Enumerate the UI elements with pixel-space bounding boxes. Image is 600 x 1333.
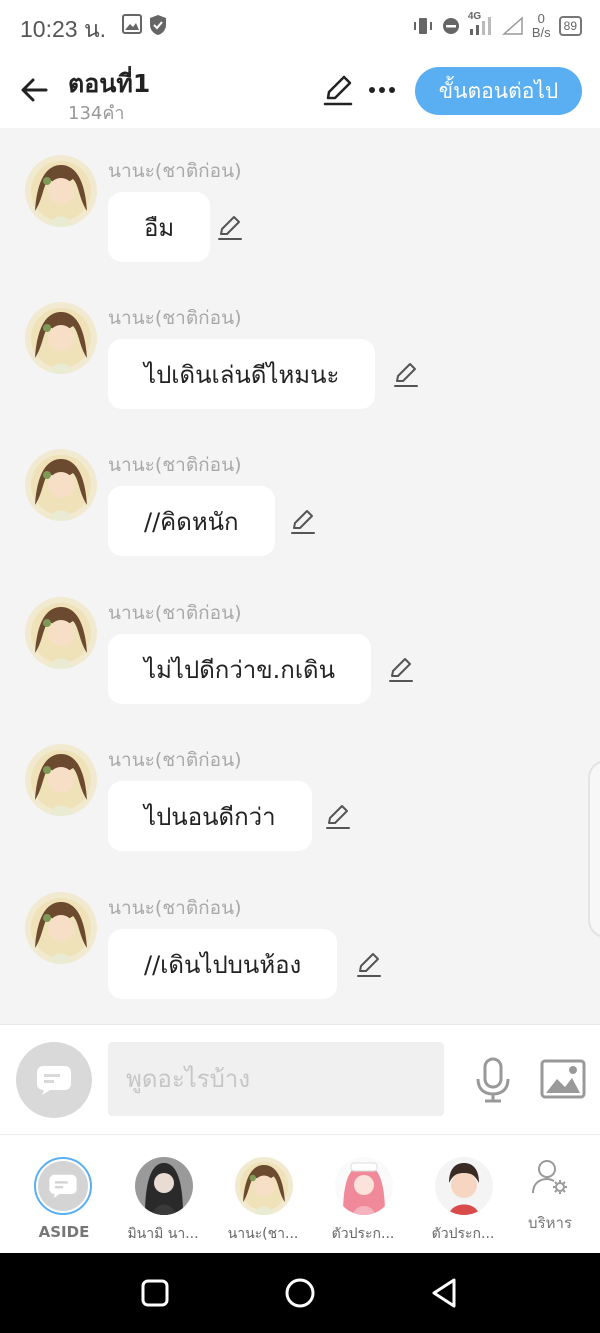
character-minami[interactable]: มินามิ นา... [113,1135,213,1254]
side-drawer-handle[interactable] [588,760,600,938]
status-bar: 10:23 น. 4G 0 B/s 89 [0,0,600,54]
message-item: นานะ(ชาติก่อน) //เดินไปบนห้อง [0,865,600,1005]
pencil-icon[interactable] [320,72,356,108]
chat-area[interactable]: นานะ(ชาติก่อน) อืม นานะ(ชาติก่อน) ไปเดิน… [0,128,600,1024]
avatar [335,1157,393,1215]
character-name: นานะ(ชา... [227,1226,299,1242]
signal-4g-icon: 4G [468,11,494,37]
microphone-icon[interactable] [472,1057,514,1103]
message-text: ไม่ไปดีกว่าข.กเดิน [144,655,336,684]
speaker-name: นานะ(ชาติก่อน) [108,160,242,182]
avatar [135,1157,193,1215]
pencil-icon[interactable] [288,506,318,536]
vibrate-icon [413,18,432,34]
avatar[interactable] [25,892,97,964]
composer-bar [0,1024,600,1134]
character-extra-2[interactable]: ตัวประก... [413,1135,513,1254]
word-count: 134คำ [68,103,125,124]
message-bubble[interactable]: //คิดหนัก [108,486,275,556]
character-nana[interactable]: นานะ(ชา... [213,1135,313,1254]
avatar[interactable] [25,302,97,374]
manage-characters-button[interactable]: บริหาร [500,1135,600,1254]
message-input[interactable] [108,1042,444,1116]
speaker-name: นานะ(ชาติก่อน) [108,602,242,624]
message-text: //คิดหนัก [144,507,239,536]
shield-icon [150,15,166,35]
message-item: นานะ(ชาติก่อน) ไม่ไปดีกว่าข.กเดิน [0,570,600,710]
message-text: ไปเดินเล่นดีไหมนะ [144,360,340,389]
net-speed-unit: B/s [531,25,551,40]
circle-nav-icon[interactable] [282,1275,318,1311]
message-bubble[interactable]: ไม่ไปดีกว่าข.กเดิน [108,634,372,704]
pencil-icon[interactable] [323,801,353,831]
avatar[interactable] [25,597,97,669]
net-speed: 0 B/s [532,12,551,40]
character-name: ตัวประก... [431,1226,495,1242]
character-name: มินามิ นา... [127,1226,199,1242]
square-nav-icon[interactable] [137,1275,173,1311]
message-item: นานะ(ชาติก่อน) อืม [0,128,600,268]
status-right: 4G 0 B/s 89 [412,11,582,40]
pencil-icon[interactable] [215,212,245,242]
avatar [435,1157,493,1215]
more-dots-icon[interactable] [364,72,400,108]
selected-ring [34,1157,92,1215]
system-nav-bar [0,1253,600,1333]
message-item: นานะ(ชาติก่อน) ไปเดินเล่นดีไหมนะ [0,275,600,415]
dnd-icon [442,18,459,34]
message-text: //เดินไปบนห้อง [144,950,302,979]
chat-type-button[interactable] [16,1042,92,1118]
message-bubble[interactable]: ไปเดินเล่นดีไหมนะ [108,339,376,409]
status-time: 10:23 น. [20,16,107,42]
chat-bubble-icon [49,1174,77,1198]
avatar[interactable] [25,744,97,816]
pencil-icon[interactable] [391,359,421,389]
character-bar: ASIDE มินามิ นา... นานะ(ชา... ตัวประก...… [0,1134,600,1253]
message-bubble[interactable]: อืม [108,192,211,262]
signal-empty-icon [501,16,523,35]
character-aside[interactable]: ASIDE [0,1135,100,1254]
speaker-name: นานะ(ชาติก่อน) [108,307,242,329]
character-name: ASIDE [38,1223,90,1241]
top-app-bar: ตอนที่1 134คำ ขั้นตอนต่อไป [0,54,600,128]
pencil-icon[interactable] [386,654,416,684]
back-arrow-icon[interactable] [18,72,54,108]
speaker-name: นานะ(ชาติก่อน) [108,749,242,771]
battery-icon: 89 [558,16,582,36]
avatar[interactable] [25,449,97,521]
pencil-icon[interactable] [354,949,384,979]
chat-bubble-icon [37,1066,71,1095]
net-speed-value: 0 [537,11,545,26]
message-text: ไปนอนดีกว่า [144,802,276,831]
speaker-name: นานะ(ชาติก่อน) [108,897,242,919]
avatar [235,1157,293,1215]
message-bubble[interactable]: ไปนอนดีกว่า [108,781,312,851]
message-text: อืม [144,213,175,242]
speaker-name: นานะ(ชาติก่อน) [108,454,242,476]
gallery-icon [122,14,142,34]
manage-label: บริหาร [528,1214,572,1232]
image-icon[interactable] [540,1059,586,1099]
character-name: ตัวประก... [331,1226,395,1242]
battery-level: 89 [563,19,577,33]
message-item: นานะ(ชาติก่อน) //คิดหนัก [0,422,600,562]
message-bubble[interactable]: //เดินไปบนห้อง [108,929,338,999]
user-gear-icon [532,1160,567,1194]
character-extra-1[interactable]: ตัวประก... [313,1135,413,1254]
next-step-button[interactable]: ขั้นตอนต่อไป [415,67,582,115]
avatar[interactable] [25,155,97,227]
triangle-nav-icon[interactable] [427,1275,463,1311]
message-item: นานะ(ชาติก่อน) ไปนอนดีกว่า [0,717,600,857]
